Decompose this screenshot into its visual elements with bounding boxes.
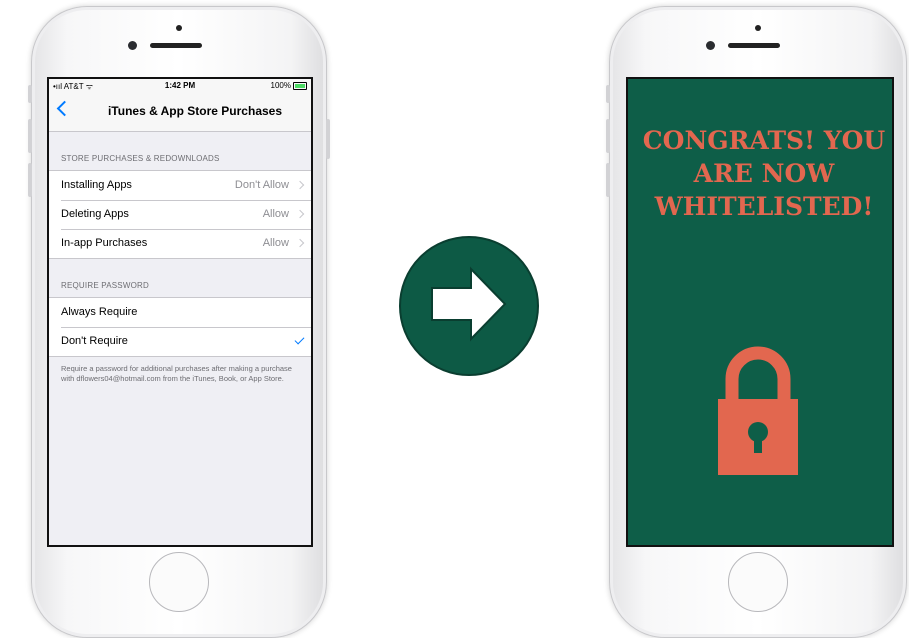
password-footer-note: Require a password for additional purcha… [61, 364, 292, 383]
chevron-right-icon [295, 238, 305, 248]
require-password-group: Always Require Don't Require [49, 297, 311, 357]
right-arrow-icon [431, 266, 507, 342]
arrow-circle [399, 236, 539, 376]
mute-switch [28, 85, 32, 103]
right-phone-frame: CONGRATS! YOU ARE NOW WHITELISTED! [606, 6, 907, 638]
in-app-purchases-row[interactable]: In-app Purchases Allow [49, 229, 311, 258]
mute-switch [606, 85, 610, 103]
dont-require-row[interactable]: Don't Require [49, 327, 311, 356]
deleting-apps-row[interactable]: Deleting Apps Allow [49, 200, 311, 229]
lock-icon [718, 346, 798, 475]
page-title: iTunes & App Store Purchases [107, 104, 283, 118]
row-label: Installing Apps [61, 179, 132, 191]
settings-screen: •ııl AT&T ᯤ 1:42 PM 100% iTunes & App St… [47, 77, 313, 547]
home-button[interactable] [728, 552, 788, 612]
navigation-bar: iTunes & App Store Purchases [49, 93, 311, 132]
volume-up-button [28, 119, 32, 153]
volume-down-button [606, 163, 610, 197]
earpiece-speaker [150, 43, 202, 48]
row-label: Always Require [61, 306, 138, 318]
front-camera [706, 41, 715, 50]
checkmark-icon [294, 334, 305, 345]
earpiece-speaker [728, 43, 780, 48]
status-bar: •ııl AT&T ᯤ 1:42 PM 100% [49, 79, 311, 93]
section-header-require-password: REQUIRE PASSWORD [61, 281, 149, 290]
row-label: Don't Require [61, 335, 128, 347]
row-value: Allow [262, 208, 289, 220]
store-purchases-group: Installing Apps Don't Allow Deleting App… [49, 170, 311, 259]
left-phone-frame: •ııl AT&T ᯤ 1:42 PM 100% iTunes & App St… [28, 6, 330, 638]
chevron-right-icon [295, 209, 305, 219]
row-label: Deleting Apps [61, 208, 129, 220]
row-label: In-app Purchases [61, 237, 148, 249]
congrats-message: CONGRATS! YOU ARE NOW WHITELISTED! [642, 126, 886, 221]
home-button[interactable] [149, 552, 209, 612]
section-header-store-purchases: STORE PURCHASES & REDOWNLOADS [61, 154, 220, 163]
row-value: Allow [262, 237, 289, 249]
proximity-sensor [755, 25, 761, 31]
chevron-right-icon [295, 180, 305, 190]
front-camera [128, 41, 137, 50]
power-button [326, 119, 330, 159]
volume-down-button [28, 163, 32, 197]
row-value: Don't Allow [234, 179, 289, 191]
always-require-row[interactable]: Always Require [49, 298, 311, 327]
volume-up-button [606, 119, 610, 153]
whitelisted-screen: CONGRATS! YOU ARE NOW WHITELISTED! [626, 77, 894, 547]
installing-apps-row[interactable]: Installing Apps Don't Allow [49, 171, 311, 200]
battery-icon [293, 82, 307, 90]
proximity-sensor [176, 25, 182, 31]
battery-percent: 100% [270, 81, 291, 90]
